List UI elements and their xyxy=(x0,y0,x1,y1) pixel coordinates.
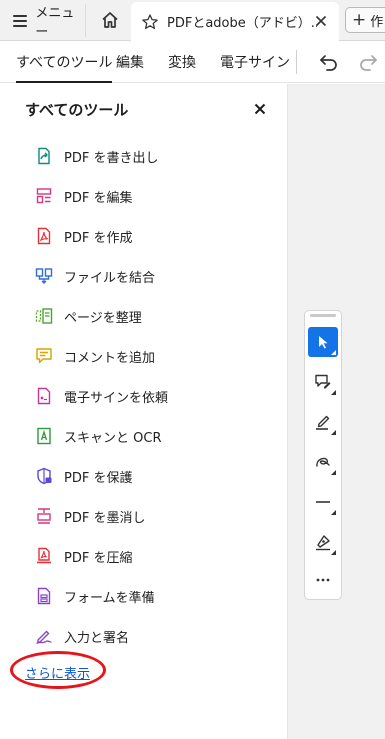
toolbar-divider xyxy=(296,50,297,74)
more-tools-button[interactable] xyxy=(308,565,338,595)
flyout-indicator xyxy=(331,550,336,555)
tool-label: PDF を書き出し xyxy=(64,150,159,166)
flyout-indicator xyxy=(331,390,336,395)
tool-label: PDF を圧縮 xyxy=(64,550,133,566)
drag-handle[interactable] xyxy=(310,314,336,317)
edit-pdf-icon xyxy=(36,188,52,204)
export-pdf-icon xyxy=(38,147,50,165)
cursor-icon xyxy=(319,336,328,349)
tab-convert[interactable]: 変換 xyxy=(168,41,196,83)
freehand-icon xyxy=(316,457,330,467)
home-icon xyxy=(102,12,118,28)
organize-pages-icon xyxy=(35,308,53,324)
tool-label: フォームを準備 xyxy=(64,590,155,606)
combine-files-icon xyxy=(35,268,53,284)
tool-label: ファイルを結合 xyxy=(64,270,156,286)
app-tab-bar: メニュー PDFとadobe（アドビ）... + 作 xyxy=(0,0,385,41)
create-button[interactable]: + 作 xyxy=(345,7,385,33)
tool-compress-pdf[interactable]: PDF を圧縮 xyxy=(0,536,287,576)
comment-icon xyxy=(36,348,52,364)
hamburger-icon xyxy=(13,14,28,27)
tool-add-comment[interactable]: コメントを追加 xyxy=(0,336,287,376)
tab-all-tools[interactable]: すべてのツール xyxy=(16,41,113,83)
fill-sign-icon xyxy=(36,630,52,645)
compress-pdf-icon xyxy=(37,547,51,564)
sign-tool-button[interactable] xyxy=(308,527,338,557)
tool-label: ページを整理 xyxy=(64,310,142,326)
select-tool-button[interactable] xyxy=(308,327,338,357)
quick-tools-bar xyxy=(304,310,342,600)
pen-nib-icon xyxy=(316,535,330,551)
highlight-annotation-ring xyxy=(10,651,106,689)
tool-combine-files[interactable]: ファイルを結合 xyxy=(0,256,287,296)
create-label: 作 xyxy=(370,14,384,30)
home-button[interactable] xyxy=(98,8,122,32)
comment-pen-icon xyxy=(315,374,331,389)
document-tab-title: PDFとadobe（アドビ）... xyxy=(167,16,317,31)
flyout-indicator xyxy=(331,430,336,435)
flyout-indicator xyxy=(331,470,336,475)
line-tool-button[interactable] xyxy=(308,487,338,517)
tool-list: PDF を書き出し PDF を編集 PDF を作成 ファイルを結合 ページを整理… xyxy=(0,136,287,656)
tool-label: スキャンと OCR xyxy=(64,430,162,446)
tool-protect-pdf[interactable]: PDF を保護 xyxy=(0,456,287,496)
tool-scan-ocr[interactable]: スキャンと OCR xyxy=(0,416,287,456)
scan-ocr-icon xyxy=(37,427,51,445)
ellipsis-icon xyxy=(316,578,330,582)
tool-label: PDF を墨消し xyxy=(64,510,146,526)
undo-icon[interactable] xyxy=(318,52,340,72)
tool-fill-sign[interactable]: 入力と署名 xyxy=(0,616,287,656)
star-icon[interactable] xyxy=(141,13,159,31)
tool-label: 電子サインを依頼 xyxy=(64,390,169,406)
protect-pdf-icon xyxy=(37,467,52,485)
tool-tab-row: すべてのツール 編集 変換 電子サイン xyxy=(0,41,385,83)
tool-organize-pages[interactable]: ページを整理 xyxy=(0,296,287,336)
document-tab[interactable]: PDFとadobe（アドビ）... xyxy=(131,2,339,41)
plus-icon: + xyxy=(352,9,367,30)
tool-label: PDF を編集 xyxy=(64,190,133,206)
all-tools-panel: すべてのツール PDF を書き出し PDF を編集 PDF を作成 ファイルを結… xyxy=(0,84,288,739)
close-icon[interactable] xyxy=(254,103,266,115)
panel-title: すべてのツール xyxy=(25,101,129,119)
tool-request-signature[interactable]: 電子サインを依頼 xyxy=(0,376,287,416)
tool-label: 入力と署名 xyxy=(64,630,130,646)
menu-label: メニュー xyxy=(35,5,75,40)
comment-tool-button[interactable] xyxy=(308,367,338,397)
tool-export-pdf[interactable]: PDF を書き出し xyxy=(0,136,287,176)
flyout-indicator xyxy=(331,510,336,515)
close-tab-icon[interactable] xyxy=(313,13,329,29)
tool-edit-pdf[interactable]: PDF を編集 xyxy=(0,176,287,216)
create-pdf-icon xyxy=(37,227,51,245)
highlighter-icon xyxy=(316,415,330,430)
tab-esign[interactable]: 電子サイン xyxy=(220,41,290,83)
tool-label: コメントを追加 xyxy=(64,350,156,366)
tool-label: PDF を作成 xyxy=(64,230,133,246)
draw-tool-button[interactable] xyxy=(308,447,338,477)
tool-create-pdf[interactable]: PDF を作成 xyxy=(0,216,287,256)
highlight-tool-button[interactable] xyxy=(308,407,338,437)
tool-redact-pdf[interactable]: PDF を墨消し xyxy=(0,496,287,536)
line-icon xyxy=(316,501,330,503)
prepare-form-icon xyxy=(37,587,51,605)
tool-prepare-form[interactable]: フォームを準備 xyxy=(0,576,287,616)
request-signature-icon xyxy=(37,387,51,405)
flyout-indicator xyxy=(331,350,336,355)
redact-pdf-icon xyxy=(37,508,51,524)
menu-button[interactable]: メニュー xyxy=(0,4,86,40)
tab-edit[interactable]: 編集 xyxy=(116,41,144,83)
redo-icon[interactable] xyxy=(357,52,379,72)
tool-label: PDF を保護 xyxy=(64,470,133,486)
